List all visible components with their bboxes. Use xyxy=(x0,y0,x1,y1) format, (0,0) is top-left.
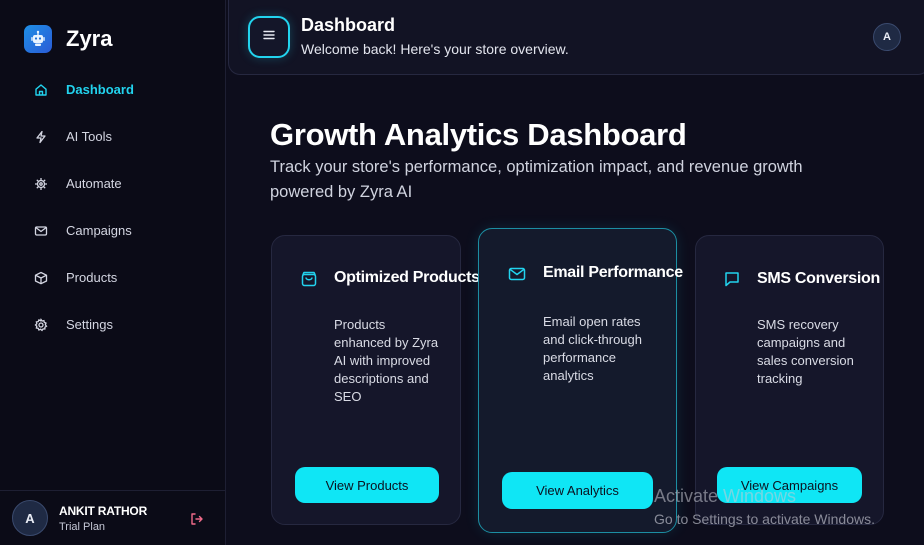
user-plan: Trial Plan xyxy=(59,520,106,533)
card-optimized-products: Optimized Products Products enhanced by … xyxy=(271,235,480,525)
view-products-button[interactable]: View Products xyxy=(295,467,439,503)
sidebar-item-ai-tools[interactable]: AI Tools xyxy=(0,113,226,160)
card-title: Email Performance xyxy=(543,264,683,281)
user-meta: ANKIT RATHOR Trial Plan xyxy=(59,504,147,533)
top-header: Dashboard Welcome back! Here's your stor… xyxy=(228,0,924,75)
sidebar-item-automate[interactable]: Automate xyxy=(0,160,226,207)
sidebar-item-label: Automate xyxy=(66,176,122,191)
card-text: Email open rates and click-through perfo… xyxy=(543,314,642,383)
card-title: Optimized Products xyxy=(334,269,480,286)
shopping-bag-icon xyxy=(300,270,318,288)
sidebar-item-label: Settings xyxy=(66,317,113,332)
cog-icon xyxy=(34,177,48,191)
sidebar-item-settings[interactable]: Settings xyxy=(0,301,226,348)
activate-windows-title: Activate Windows xyxy=(654,486,797,506)
page-subtitle: Welcome back! Here's your store overview… xyxy=(301,41,569,57)
sidebar-item-campaigns[interactable]: Campaigns xyxy=(0,207,226,254)
view-analytics-button[interactable]: View Analytics xyxy=(502,472,653,509)
card-title: SMS Conversion xyxy=(757,270,880,287)
sidebar-item-label: Dashboard xyxy=(66,82,134,97)
card-email-performance: Email Performance Email open rates and c… xyxy=(478,228,683,533)
user-panel: A ANKIT RATHOR Trial Plan xyxy=(0,490,226,545)
sidebar-item-label: AI Tools xyxy=(66,129,113,144)
mail-icon xyxy=(34,224,48,238)
chat-icon xyxy=(723,270,741,288)
gear-icon xyxy=(34,317,48,332)
user-name: ANKIT RATHOR xyxy=(59,503,148,518)
page-title: Dashboard xyxy=(301,15,396,35)
brand[interactable]: Zyra xyxy=(24,25,112,53)
dashboard-description: Track your store's performance, optimiza… xyxy=(270,158,803,201)
sidebar-item-dashboard[interactable]: Dashboard xyxy=(0,66,226,113)
card-sms-conversion: SMS Conversion SMS recovery campaigns an… xyxy=(695,235,884,525)
header-avatar[interactable]: A xyxy=(873,23,901,51)
card-text: Products enhanced by Zyra AI with improv… xyxy=(334,317,439,404)
card-text: SMS recovery campaigns and sales convers… xyxy=(757,317,854,386)
sidebar-item-label: Campaigns xyxy=(66,223,132,238)
sidebar: Zyra Dashboard AI Tools Automate Campaig… xyxy=(0,0,226,545)
mail-icon xyxy=(508,265,526,283)
box-icon xyxy=(34,271,48,285)
menu-icon xyxy=(262,28,276,46)
activate-windows-subtitle: Go to Settings to activate Windows. xyxy=(654,511,875,527)
avatar[interactable]: A xyxy=(12,500,48,536)
sidebar-item-label: Products xyxy=(66,270,118,285)
dashboard-heading: Growth Analytics Dashboard xyxy=(270,117,687,152)
sidebar-item-products[interactable]: Products xyxy=(0,254,226,301)
menu-button[interactable] xyxy=(248,16,290,58)
robot-icon xyxy=(24,25,52,53)
lightning-icon xyxy=(34,130,48,144)
logout-icon[interactable] xyxy=(189,511,205,527)
brand-name: Zyra xyxy=(66,26,113,51)
home-icon xyxy=(34,83,48,97)
sidebar-nav: Dashboard AI Tools Automate Campaigns Pr… xyxy=(0,66,226,348)
